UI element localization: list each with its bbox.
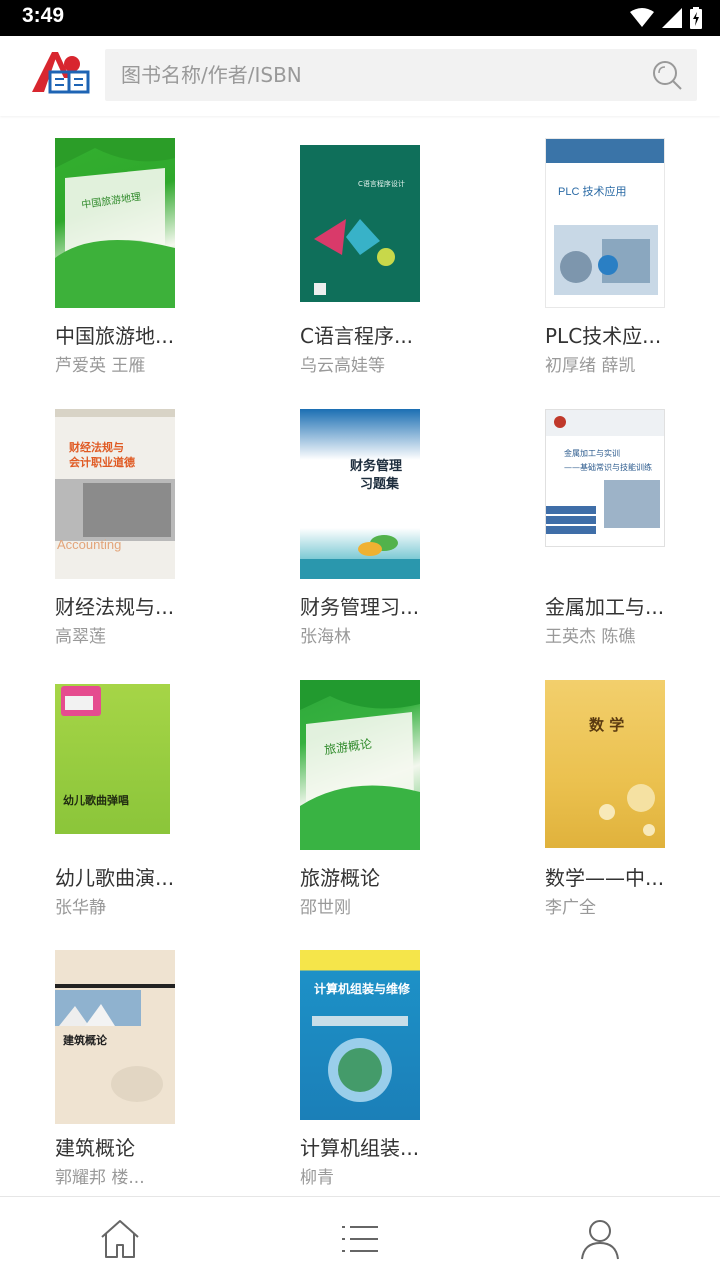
book-cover[interactable]: 计算机组装与维修 [300,950,420,1120]
book-item[interactable]: 建筑概论 建筑概论 郭耀邦 楼... [55,950,255,1220]
book-cover[interactable]: 建筑概论 [55,950,175,1124]
cover-title: 数 学 [589,716,625,734]
cover-title: 计算机组装与维修 [314,982,411,996]
book-author: 王英杰 陈礁 [545,627,636,647]
app-logo[interactable] [30,48,92,96]
cover-title: 建筑概论 [63,1034,107,1047]
cover-title: 金属加工与实训 [564,449,620,458]
book-item[interactable]: 计算机组装与维修 计算机组装... 柳青 [300,950,500,1220]
cover-title: 财务管理 [350,459,403,474]
book-title: 旅游概论 [300,866,380,890]
cover-title: 幼儿歌曲弹唱 [63,794,129,807]
book-author: 张海林 [300,627,351,647]
book-cover[interactable]: 数 学 [545,680,665,848]
book-author: 柳青 [300,1168,334,1188]
book-title: PLC技术应... [545,324,662,348]
book-item[interactable]: PLC 技术应用 PLC技术应... 初厚绪 薛凯 [545,138,720,408]
cover-subtitle: 会计职业道德 [69,456,135,469]
book-item[interactable]: 旅游概论 旅游概论 邵世刚 [300,680,500,950]
cover-watermark: Accounting [57,537,122,552]
book-item[interactable]: 财务管理 习题集 财务管理习... 张海林 [300,409,500,679]
book-item[interactable]: 金属加工与实训 ——基础常识与技能训练 金属加工与... 王英杰 陈礁 [545,409,720,679]
book-title: 数学——中... [545,866,665,890]
book-grid: 中国旅游地理 中国旅游地... 芦爱英 王雁 C语言程序设计 C语言程序... … [0,116,720,1196]
book-item[interactable]: C语言程序设计 C语言程序... 乌云高娃等 [300,138,500,408]
book-item[interactable]: 中国旅游地理 中国旅游地... 芦爱英 王雁 [55,138,255,408]
status-icons [630,6,702,30]
book-cover[interactable]: 中国旅游地理 [55,138,175,308]
book-cover[interactable]: PLC 技术应用 [545,138,665,308]
book-title: 财经法规与... [55,595,175,619]
book-title: 中国旅游地... [55,324,175,348]
book-author: 初厚绪 薛凯 [545,356,636,376]
book-title: C语言程序... [300,324,414,348]
book-title: 幼儿歌曲演... [55,866,175,890]
status-bar: 3:49 [0,0,720,36]
book-author: 芦爱英 王雁 [55,356,146,376]
home-icon[interactable] [96,1215,144,1263]
book-item[interactable]: 财经法规与 会计职业道德 Accounting 财经法规与... 高翠莲 [55,409,255,679]
book-author: 乌云高娃等 [300,356,385,376]
book-cover[interactable]: C语言程序设计 [300,145,420,302]
book-cover[interactable]: 旅游概论 [300,680,420,850]
book-cover[interactable]: 幼儿歌曲弹唱 [55,684,170,834]
book-title: 建筑概论 [55,1136,135,1160]
book-item[interactable]: 幼儿歌曲弹唱 幼儿歌曲演... 张华静 [55,680,255,950]
signal-icon [662,8,682,28]
status-time: 3:49 [22,4,65,27]
battery-icon [690,7,702,29]
book-author: 高翠莲 [55,627,106,647]
book-cover[interactable]: 财务管理 习题集 [300,409,420,579]
list-icon[interactable] [336,1215,384,1263]
book-title: 计算机组装... [300,1136,420,1160]
book-title: 金属加工与... [545,595,665,619]
cover-title: PLC 技术应用 [558,186,627,198]
cover-subtitle: 习题集 [360,477,400,492]
cover-subtitle: ——基础常识与技能训练 [564,463,652,472]
user-icon[interactable] [576,1215,624,1263]
book-author: 李广全 [545,898,596,918]
bottom-nav [0,1196,720,1280]
search-box[interactable] [105,49,697,101]
book-cover[interactable]: 财经法规与 会计职业道德 Accounting [55,409,175,579]
cover-title: C语言程序设计 [358,180,405,188]
cover-title: 财经法规与 [69,441,124,454]
wifi-icon [630,8,654,27]
book-cover[interactable]: 金属加工与实训 ——基础常识与技能训练 [545,409,665,547]
book-author: 邵世刚 [300,898,351,918]
search-input[interactable] [121,49,641,101]
app-header [0,36,720,116]
search-icon[interactable] [651,59,683,91]
book-author: 郭耀邦 楼... [55,1168,145,1188]
book-item[interactable]: 数 学 数学——中... 李广全 [545,680,720,950]
book-title: 财务管理习... [300,595,420,619]
book-author: 张华静 [55,898,106,918]
